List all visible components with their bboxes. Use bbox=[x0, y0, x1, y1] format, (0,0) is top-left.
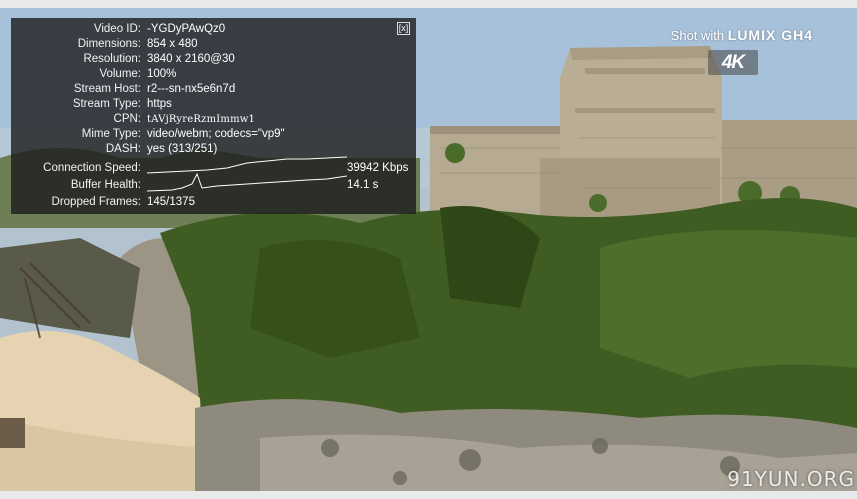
stats-row-volume: Volume: 100% bbox=[11, 67, 416, 82]
stats-label: Stream Host: bbox=[73, 83, 141, 95]
stats-label: Connection Speed: bbox=[43, 162, 141, 174]
stats-value: 145/1375 bbox=[147, 196, 195, 208]
stats-row-resolution: Resolution: 3840 x 2160@30 bbox=[11, 52, 416, 67]
stats-for-nerds-panel: [x] Video ID: -YGDyPAwQz0 Dimensions: 85… bbox=[11, 18, 416, 214]
stats-row-video-id: Video ID: -YGDyPAwQz0 bbox=[11, 22, 416, 37]
watermark: 91YUN.ORG bbox=[727, 467, 855, 491]
stats-row-dropped-frames: Dropped Frames: 145/1375 bbox=[11, 195, 416, 210]
stats-label: Dropped Frames: bbox=[51, 196, 141, 208]
camera-brand-label: Shot with LUMIX GH4 bbox=[671, 27, 813, 43]
stats-value: r2---sn-nx5e6n7d bbox=[147, 83, 236, 95]
stats-row-stream-type: Stream Type: https bbox=[11, 97, 416, 112]
stats-row-dimensions: Dimensions: 854 x 480 bbox=[11, 37, 416, 52]
stats-value: 39942 Kbps bbox=[347, 162, 409, 174]
stats-row-mime-type: Mime Type: video/webm; codecs="vp9" bbox=[11, 127, 416, 142]
stats-label: Video ID: bbox=[93, 23, 141, 35]
stats-label: Mime Type: bbox=[81, 128, 141, 140]
stats-value: 100% bbox=[147, 68, 177, 80]
stats-label: Stream Type: bbox=[72, 98, 141, 110]
stats-row-stream-host: Stream Host: r2---sn-nx5e6n7d bbox=[11, 82, 416, 97]
stats-value: -YGDyPAwQz0 bbox=[147, 23, 226, 35]
brand-name: LUMIX GH4 bbox=[727, 27, 813, 43]
stats-label: Buffer Health: bbox=[70, 179, 141, 191]
stats-value: https bbox=[147, 98, 172, 110]
stats-value: video/webm; codecs="vp9" bbox=[147, 128, 285, 140]
video-player[interactable]: Shot with LUMIX GH4 4K 91YUN.ORG [x] Vid… bbox=[0, 8, 857, 491]
stats-label: DASH: bbox=[105, 143, 141, 155]
stats-row-buffer-health: Buffer Health: 14.1 s bbox=[11, 172, 416, 193]
stats-label: Volume: bbox=[99, 68, 141, 80]
stats-value: 14.1 s bbox=[347, 179, 379, 191]
stats-value: tAVjRyreRzmImmw1 bbox=[147, 114, 256, 125]
stats-row-cpn: CPN: tAVjRyreRzmImmw1 bbox=[11, 112, 416, 127]
4k-badge: 4K bbox=[708, 50, 758, 75]
stats-label: Resolution: bbox=[83, 53, 141, 65]
stats-value: 3840 x 2160@30 bbox=[147, 53, 235, 65]
stats-label: CPN: bbox=[113, 113, 141, 125]
stats-value: 854 x 480 bbox=[147, 38, 198, 50]
brand-prefix: Shot with bbox=[670, 28, 728, 43]
stats-label: Dimensions: bbox=[77, 38, 141, 50]
buffer-health-graph bbox=[147, 172, 347, 192]
